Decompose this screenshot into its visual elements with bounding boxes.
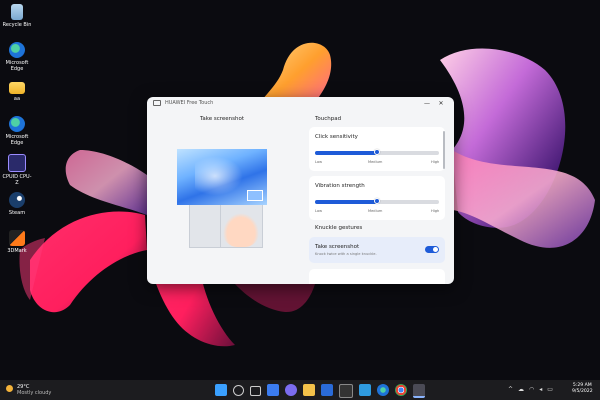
touchpad-heading: Touchpad — [315, 116, 342, 122]
desktop-icon-label: Recycle Bin — [2, 22, 32, 28]
chat-icon[interactable] — [285, 384, 297, 396]
wifi-icon[interactable]: ◠ — [529, 386, 534, 393]
vibration-strength-label: Vibration strength — [315, 183, 365, 189]
cpuz-icon — [8, 154, 26, 172]
recycle-bin-icon — [11, 4, 23, 20]
tick-high: High — [431, 160, 440, 164]
file-explorer-icon[interactable] — [303, 384, 315, 396]
next-setting-card[interactable] — [309, 269, 445, 284]
click-sensitivity-label: Click sensitivity — [315, 134, 358, 140]
tick-high: High — [431, 209, 440, 213]
tray-overflow-chevron[interactable]: ^ — [508, 386, 513, 393]
steam-icon — [9, 192, 25, 208]
slider-fill — [315, 151, 377, 155]
settings-icon[interactable] — [359, 384, 371, 396]
edge-icon — [9, 116, 25, 132]
partly-cloudy-icon — [6, 385, 13, 392]
minimize-button[interactable]: — — [420, 100, 434, 107]
folder-icon — [9, 82, 25, 94]
weather-widget[interactable]: 29°C Mostly cloudy — [6, 384, 51, 396]
tick-low: Low — [315, 160, 323, 164]
taskbar-clock[interactable]: 5:29 AM 9/5/2022 — [572, 383, 593, 395]
taskbar-apps — [215, 384, 431, 398]
take-screenshot-sublabel: Knock twice with a single knuckle. — [315, 252, 377, 256]
preview-heading: Take screenshot — [199, 116, 245, 122]
slider-thumb[interactable] — [374, 149, 380, 155]
desktop-icon-label: aa — [13, 96, 21, 102]
desktop-icon-label: CPUID CPU-Z — [2, 174, 32, 186]
tick-low: Low — [315, 209, 323, 213]
slider-thumb[interactable] — [374, 198, 380, 204]
desktop-icon-steam[interactable]: Steam — [2, 192, 32, 216]
free-touch-window: HUAWEI Free Touch — ✕ Take screenshot To… — [147, 97, 454, 284]
desktop-icon-recycle-bin[interactable]: Recycle Bin — [2, 4, 32, 28]
window-titlebar[interactable]: HUAWEI Free Touch — ✕ — [147, 97, 454, 109]
knuckle-gestures-heading: Knuckle gestures — [315, 225, 363, 231]
battery-icon[interactable]: ▭ — [547, 386, 553, 393]
edge-icon — [9, 42, 25, 58]
hand-knuckle-icon — [223, 213, 259, 247]
take-screenshot-toggle[interactable] — [425, 246, 439, 253]
desktop-icon-cpuz[interactable]: CPUID CPU-Z — [2, 154, 32, 186]
desktop-icon-label: Steam — [8, 210, 26, 216]
huawei-free-touch-icon[interactable] — [413, 384, 425, 398]
settings-scrollbar[interactable] — [443, 131, 445, 169]
desktop-icon-edge-2[interactable]: Microsoft Edge — [2, 116, 32, 146]
take-screenshot-card[interactable]: Take screenshot Knock twice with a singl… — [309, 237, 445, 263]
chrome-icon[interactable] — [395, 384, 407, 396]
window-title: HUAWEI Free Touch — [165, 100, 214, 106]
system-tray: ^ ☁ ◠ ◂ ▭ — [508, 386, 558, 393]
tick-medium: Medium — [368, 160, 383, 164]
app-touchpad-icon — [153, 100, 161, 106]
vibration-strength-card: Vibration strength Low Medium High — [309, 176, 445, 220]
desktop-icon-label: Microsoft Edge — [5, 134, 29, 146]
vibration-strength-slider[interactable] — [315, 198, 439, 204]
click-sensitivity-slider[interactable] — [315, 149, 439, 155]
taskbar: 29°C Mostly cloudy ^ ☁ ◠ ◂ ▭ 5:29 AM 9/5… — [0, 380, 600, 400]
edge-icon[interactable] — [377, 384, 389, 396]
desktop-icon-3dmark[interactable]: 3DMark — [2, 230, 32, 254]
tick-medium: Medium — [368, 209, 383, 213]
volume-icon[interactable]: ◂ — [539, 386, 542, 393]
terminal-icon[interactable] — [339, 384, 353, 398]
desktop-icon-label: Microsoft Edge — [5, 60, 29, 72]
desktop-icon-label: 3DMark — [7, 248, 27, 254]
slider-fill — [315, 200, 377, 204]
screen-preview — [177, 149, 267, 205]
desktop-icon-folder[interactable]: aa — [2, 80, 32, 102]
click-sensitivity-card: Click sensitivity Low Medium High — [309, 127, 445, 171]
cloud-icon[interactable]: ☁ — [518, 386, 524, 393]
screenshot-gesture-illustration — [177, 149, 267, 248]
store-icon[interactable] — [321, 384, 333, 396]
gesture-preview-pane: Take screenshot — [147, 109, 297, 284]
weather-condition: Mostly cloudy — [17, 390, 52, 396]
3dmark-icon — [9, 230, 25, 246]
screenshot-thumbnail — [247, 190, 263, 201]
task-view-icon[interactable] — [250, 386, 261, 396]
close-button[interactable]: ✕ — [434, 100, 448, 107]
settings-pane: Touchpad Click sensitivity Low Medium Hi… — [307, 109, 452, 284]
widgets-icon[interactable] — [267, 384, 279, 396]
take-screenshot-label: Take screenshot — [315, 244, 360, 250]
windows-start-icon[interactable] — [215, 384, 227, 396]
search-icon[interactable] — [233, 385, 244, 396]
desktop-icon-edge[interactable]: Microsoft Edge — [2, 42, 32, 72]
clock-date: 9/5/2022 — [572, 389, 593, 394]
